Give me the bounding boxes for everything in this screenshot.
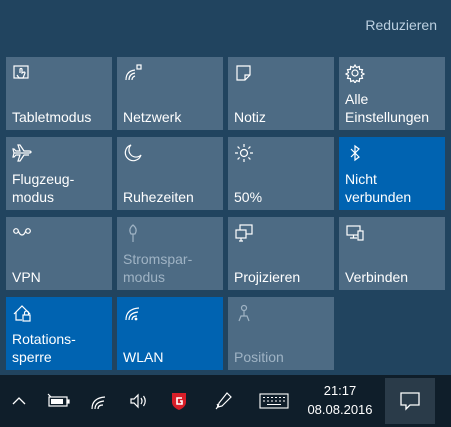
clock-time: 21:17 — [323, 383, 357, 398]
action-center-panel: Reduzieren Tabletmodus Netzwerk Notiz Al… — [0, 0, 451, 375]
tile-label: Projizieren — [234, 269, 301, 285]
volume-icon[interactable] — [128, 390, 150, 412]
airplane-icon — [12, 143, 32, 163]
tile-brightness[interactable]: 50% — [228, 137, 334, 210]
vpn-icon — [12, 223, 32, 243]
battery-icon[interactable] — [46, 390, 72, 412]
tile-label: 50% — [234, 189, 263, 205]
tile-label: Ruhezeiten — [123, 189, 194, 205]
clock-date: 08.08.2016 — [307, 402, 373, 417]
chevron-up-icon[interactable] — [10, 390, 28, 412]
project-icon — [234, 223, 254, 243]
tile-all-settings[interactable]: Alle Einstellungen — [339, 57, 445, 130]
network-icon — [123, 63, 143, 83]
tile-label: Netzwerk — [123, 109, 182, 125]
pen-icon[interactable] — [212, 390, 234, 412]
tile-connect[interactable]: Verbinden — [339, 217, 445, 290]
tile-label: VPN — [12, 269, 41, 285]
rotation-lock-icon — [12, 303, 32, 323]
tile-quiet-hours[interactable]: Ruhezeiten — [117, 137, 223, 210]
tile-note[interactable]: Notiz — [228, 57, 334, 130]
bluetooth-icon — [345, 143, 365, 163]
taskbar-clock[interactable]: 21:17 08.08.2016 — [300, 381, 380, 419]
tile-wlan[interactable]: WLAN — [117, 297, 223, 370]
tile-network[interactable]: Netzwerk — [117, 57, 223, 130]
location-icon — [234, 303, 254, 323]
wifi-icon[interactable] — [88, 390, 110, 412]
tile-label: Stromspar- modus — [123, 251, 193, 285]
brightness-icon — [234, 143, 254, 163]
tile-bluetooth[interactable]: Nicht verbunden — [339, 137, 445, 210]
gdata-shield-icon[interactable] — [168, 390, 190, 412]
connect-icon — [345, 223, 365, 243]
action-center-button[interactable] — [385, 378, 435, 424]
tile-label: Rotations- sperre — [12, 331, 76, 365]
tile-label: WLAN — [123, 349, 164, 365]
tile-tablet-mode[interactable]: Tabletmodus — [6, 57, 112, 130]
keyboard-icon[interactable] — [258, 390, 290, 412]
note-icon — [234, 63, 254, 83]
taskbar: 21:17 08.08.2016 — [0, 375, 451, 427]
gear-icon — [345, 63, 365, 83]
tile-label: Alle Einstellungen — [345, 91, 430, 125]
collapse-link[interactable]: Reduzieren — [365, 17, 437, 33]
tile-label: Notiz — [234, 109, 266, 125]
tile-project[interactable]: Projizieren — [228, 217, 334, 290]
tablet-mode-icon — [12, 63, 32, 83]
tile-airplane-mode[interactable]: Flugzeug- modus — [6, 137, 112, 210]
tile-label: Position — [234, 349, 284, 365]
tile-location: Position — [228, 297, 334, 370]
tile-battery-saver: Stromspar- modus — [117, 217, 223, 290]
tile-label: Verbinden — [345, 269, 409, 285]
tile-rotation-lock[interactable]: Rotations- sperre — [6, 297, 112, 370]
battery-saver-icon — [123, 223, 143, 243]
tile-label: Nicht verbunden — [345, 171, 412, 205]
wifi-icon — [123, 303, 143, 323]
notification-icon — [399, 391, 421, 411]
moon-icon — [123, 143, 143, 163]
tile-label: Flugzeug- modus — [12, 171, 75, 205]
tile-label: Tabletmodus — [12, 109, 92, 125]
tile-vpn[interactable]: VPN — [6, 217, 112, 290]
